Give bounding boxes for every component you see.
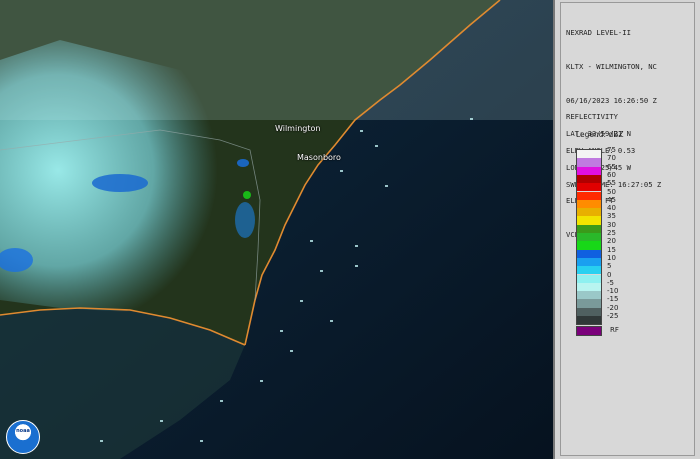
legend-swatch bbox=[577, 208, 601, 217]
legend-label: -25 bbox=[607, 312, 619, 320]
info-panel-frame: NEXRAD LEVEL-II KLTX - WILMINGTON, NC 0 6… bbox=[560, 2, 695, 456]
legend-swatch bbox=[577, 216, 601, 225]
legend-color-bar bbox=[576, 149, 602, 326]
legend-label: 0 bbox=[607, 270, 612, 279]
radar-map-graphics bbox=[0, 0, 553, 459]
legend-label: 40 bbox=[607, 204, 616, 213]
legend-swatch bbox=[577, 150, 601, 159]
legend-swatch bbox=[577, 174, 601, 184]
rf-label: RF bbox=[610, 326, 619, 334]
radar-map[interactable]: Wilmington Masonboro noaa bbox=[0, 0, 555, 459]
rf-swatch bbox=[576, 326, 602, 336]
legend-label: 35 bbox=[607, 212, 616, 221]
info-line: KLTX - WILMINGTON, NC bbox=[566, 62, 657, 72]
city-label-wilmington: Wilmington bbox=[275, 124, 321, 133]
legend-swatch bbox=[577, 166, 601, 175]
legend-label: 10 bbox=[607, 253, 616, 262]
legend-swatch bbox=[577, 291, 601, 300]
noaa-logo: noaa bbox=[6, 420, 40, 454]
legend-label: 15 bbox=[607, 245, 616, 254]
legend-swatch bbox=[577, 257, 601, 267]
legend-label: 5 bbox=[607, 262, 612, 271]
legend-label: 60 bbox=[607, 170, 616, 179]
legend-swatch bbox=[577, 316, 601, 325]
echo-core-4 bbox=[235, 202, 255, 238]
legend-swatch bbox=[577, 274, 601, 283]
legend-swatch bbox=[577, 233, 601, 242]
noaa-logo-text: noaa bbox=[16, 428, 30, 434]
city-label-masonboro: Masonboro bbox=[297, 153, 341, 162]
legend-swatch bbox=[577, 307, 601, 316]
legend-swatch bbox=[577, 241, 601, 250]
legend-label: -20 bbox=[607, 303, 619, 312]
legend-label: 65 bbox=[607, 162, 616, 171]
legend-title: Legend: dBZ bbox=[576, 130, 624, 139]
echo-core-1 bbox=[92, 174, 148, 192]
legend-label: -5 bbox=[607, 278, 614, 287]
legend-label: 70 bbox=[607, 154, 616, 163]
legend-label: 75 bbox=[607, 146, 616, 154]
echo-core-2 bbox=[237, 159, 249, 167]
legend-swatch bbox=[577, 282, 601, 292]
echo-core-3 bbox=[243, 191, 251, 199]
legend-label: 30 bbox=[607, 220, 616, 229]
legend-swatch bbox=[577, 224, 601, 233]
legend-swatch bbox=[577, 299, 601, 308]
legend-swatch bbox=[577, 249, 601, 258]
legend-swatch bbox=[577, 191, 601, 200]
legend-swatch bbox=[577, 266, 601, 275]
legend-label: 25 bbox=[607, 229, 616, 237]
info-line: NEXRAD LEVEL-II bbox=[566, 28, 631, 38]
legend-label: -15 bbox=[607, 295, 619, 304]
info-panel: NEXRAD LEVEL-II KLTX - WILMINGTON, NC 0 6… bbox=[556, 0, 700, 459]
legend-swatch bbox=[577, 183, 601, 192]
info-line: REFLECTIVITY bbox=[566, 112, 618, 122]
legend-swatch bbox=[577, 158, 601, 167]
legend-swatch bbox=[577, 199, 601, 209]
legend-label: 45 bbox=[607, 195, 616, 204]
legend-label: 55 bbox=[607, 179, 616, 188]
legend-label: 50 bbox=[607, 187, 616, 196]
legend-label: -10 bbox=[607, 287, 619, 296]
northern-echo bbox=[0, 0, 553, 120]
legend-label: 20 bbox=[607, 237, 616, 246]
